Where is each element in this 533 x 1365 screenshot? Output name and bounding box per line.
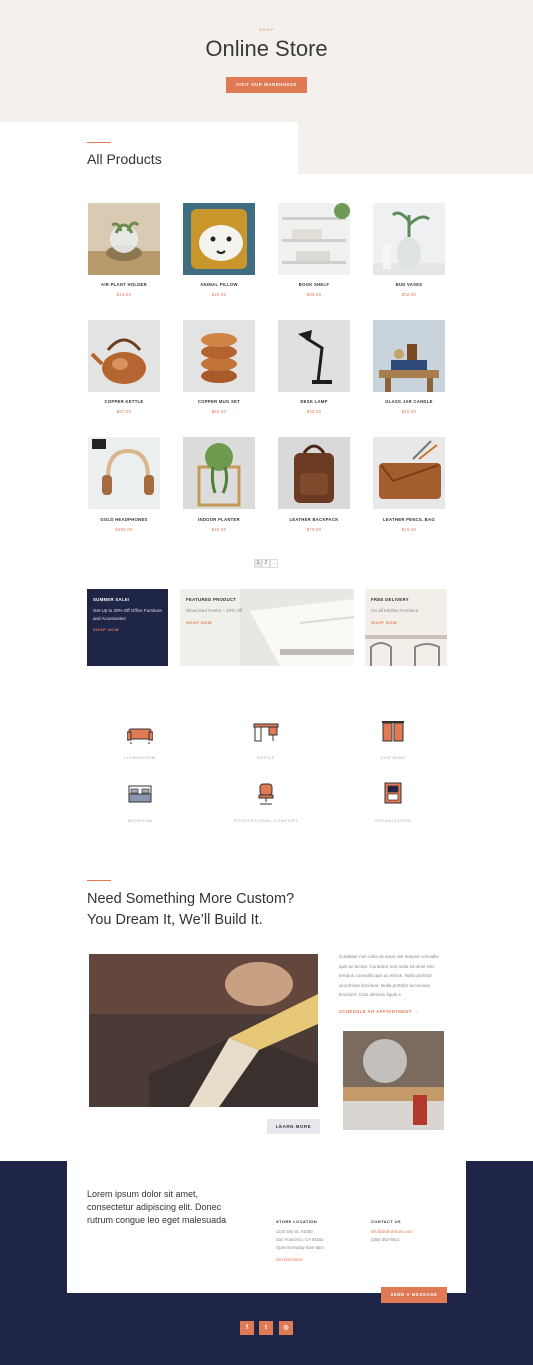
product-name[interactable]: COPPER MUG SET <box>179 399 259 404</box>
visit-warehouse-button[interactable]: VISIT OUR WAREHOUSE <box>226 77 307 93</box>
product-price: $67.00 <box>116 409 132 414</box>
accent-divider <box>87 142 111 143</box>
product-name[interactable]: LEATHER PENCIL BAG <box>369 517 449 522</box>
product-price: $39.00 <box>306 292 322 297</box>
shop-now-link[interactable]: SHOP NOW <box>93 627 119 632</box>
promo-head: FREE DELIVERY <box>371 597 409 602</box>
custom-title-line-2: You Dream It, We’ll Build It. <box>87 912 263 928</box>
contact-heading: CONTACT US <box>371 1219 401 1224</box>
promo-head: FEATURED PRODUCT <box>186 597 237 602</box>
air-plant-photo[interactable] <box>88 203 160 275</box>
product-price: $15.00 <box>401 527 417 532</box>
custom-title-line-1: Need Something More Custom? <box>87 891 295 907</box>
headphones-photo[interactable] <box>88 437 160 509</box>
learn-more-button[interactable]: LEARN MORE <box>267 1119 320 1134</box>
store-location-heading: STORE LOCATION <box>276 1219 318 1224</box>
page-title: Online Store <box>205 36 328 61</box>
product-price: $14.00 <box>116 292 132 297</box>
desk-icon[interactable] <box>253 721 279 743</box>
product-price: $40.00 <box>211 527 227 532</box>
pagination-page-2[interactable]: 2 <box>262 559 270 568</box>
product-price: $299.00 <box>115 527 133 532</box>
promo-head: SUMMER SALE! <box>93 597 130 602</box>
products-section-title: All Products <box>87 151 162 167</box>
planter-photo[interactable] <box>183 437 255 509</box>
twitter-icon[interactable]: t <box>259 1321 273 1335</box>
product-name[interactable]: BUD VASES <box>369 282 449 287</box>
mug-photo[interactable] <box>183 320 255 392</box>
custom-section-title: Need Something More Custom? You Dream It… <box>87 889 294 931</box>
promo-featured-product[interactable]: FEATURED PRODUCT Wood Bed Frame – 20% Of… <box>180 589 354 666</box>
contact-email-link[interactable]: info@divifurniture.com <box>371 1229 413 1234</box>
category-label[interactable]: ORGANIZATION <box>333 818 453 823</box>
office-chair-icon[interactable] <box>253 783 279 805</box>
curtains-icon[interactable] <box>380 720 406 742</box>
pillow-photo[interactable] <box>183 203 255 275</box>
hero-eyebrow: SHOP <box>258 27 275 32</box>
product-name[interactable]: LEATHER BACKPACK <box>274 517 354 522</box>
send-message-button[interactable]: SEND A MESSAGE <box>381 1287 447 1303</box>
store-hours: Open Everyday 8am-5pm <box>276 1245 324 1250</box>
vase-photo[interactable] <box>373 203 445 275</box>
custom-description: Curabitur non nulla sit amet nisl tempus… <box>339 954 439 998</box>
product-price: $40.00 <box>306 409 322 414</box>
product-name[interactable]: GOLD HEADPHONES <box>84 517 164 522</box>
backpack-photo[interactable] <box>278 437 350 509</box>
shelf-photo[interactable] <box>278 203 350 275</box>
pencil-bag-photo[interactable] <box>373 437 445 509</box>
category-label[interactable]: CURTAINS <box>333 755 453 760</box>
category-label[interactable]: BEDROOM <box>80 818 200 823</box>
product-name[interactable]: COPPER KETTLE <box>84 399 164 404</box>
schedule-appointment-link[interactable]: SCHEDULE AN APPOINTMENT → <box>339 1009 418 1014</box>
category-label[interactable]: PROFESSIONAL COMFORT <box>206 818 326 823</box>
get-directions-link[interactable]: Get Directions <box>276 1257 303 1262</box>
product-name[interactable]: DESK LAMP <box>274 399 354 404</box>
promo-summer-sale[interactable]: SUMMER SALE! Get Up to 20% Off Office Fu… <box>87 589 168 666</box>
woodworking-photo <box>89 954 318 1107</box>
pagination-page-1[interactable]: 1 <box>254 559 262 568</box>
lamp-photo[interactable] <box>278 320 350 392</box>
sofa-icon[interactable] <box>127 723 153 745</box>
category-label[interactable]: OFFICE <box>206 755 326 760</box>
instagram-icon[interactable]: ◎ <box>279 1321 293 1335</box>
accent-divider <box>87 880 111 881</box>
product-price: $60.00 <box>211 409 227 414</box>
product-price: $70.00 <box>306 527 322 532</box>
candle-photo[interactable] <box>373 320 445 392</box>
promo-free-delivery[interactable]: FREE DELIVERY On all Kitchen Furniture S… <box>365 589 447 666</box>
contact-phone: (255) 352-6611 <box>371 1237 400 1242</box>
category-label[interactable]: LIVINGROOM <box>80 755 200 760</box>
pagination-next[interactable]: → <box>270 559 278 568</box>
facebook-icon[interactable]: f <box>240 1321 254 1335</box>
footer-card <box>67 1161 466 1293</box>
promo-text: Get Up to 20% Off Office Furniture and A… <box>93 608 162 621</box>
product-name[interactable]: GLASS JAR CANDLE <box>369 399 449 404</box>
promo-text: Wood Bed Frame – 20% Off <box>186 608 243 613</box>
footer-lead-text: Lorem ipsum dolor sit amet, consectetur … <box>87 1189 227 1225</box>
shop-now-link[interactable]: SHOP NOW <box>371 620 397 625</box>
product-name[interactable]: AIR PLANT HOLDER <box>84 282 164 287</box>
product-name[interactable]: ANIMAL PILLOW <box>179 282 259 287</box>
product-price: $32.00 <box>401 292 417 297</box>
promo-text: On all Kitchen Furniture <box>371 608 419 613</box>
product-price: $28.00 <box>211 292 227 297</box>
product-name[interactable]: INDOOR PLANTER <box>179 517 259 522</box>
product-price: $18.00 <box>401 409 417 414</box>
saw-photo <box>343 1031 444 1130</box>
product-name[interactable]: BOOK SHELF <box>274 282 354 287</box>
shop-now-link[interactable]: SHOP NOW <box>186 620 212 625</box>
bed-icon[interactable] <box>127 784 153 806</box>
cabinet-icon[interactable] <box>380 782 406 804</box>
kettle-photo[interactable] <box>88 320 160 392</box>
